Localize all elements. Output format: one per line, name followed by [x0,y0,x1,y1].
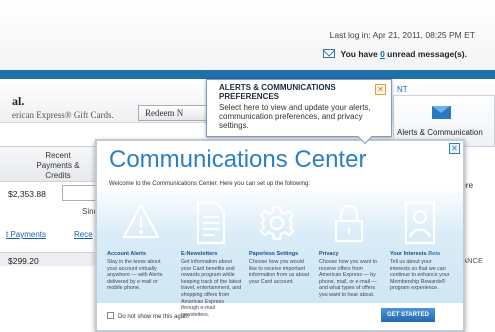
feature-title: Account Alerts [107,251,146,257]
unread-prefix: You have [340,49,381,59]
beta-badge: Beta [428,251,441,257]
feature-title: E-Newsletters [181,251,218,257]
envelope-icon[interactable] [322,49,335,58]
tooltip-body: Select here to view and update your aler… [219,103,371,130]
feature-description: Get information about your Card benefits… [181,259,242,318]
document-icon [190,199,230,249]
lock-icon [329,199,369,249]
last-login-text: Last log in: Apr 21, 2011, 08:25 PM ET [329,30,475,40]
modal-title: Communications Center [109,146,367,173]
communications-center-modal: ✕ Communications Center Welcome to the C… [95,139,465,332]
recent-link[interactable]: Rece [74,230,93,239]
modal-welcome-text: Welcome to the Communications Center. He… [109,181,310,187]
profile-icon [400,199,440,249]
recent-payments-link[interactable]: t Payments [6,230,46,239]
redeem-button[interactable]: Redeem N [138,105,210,121]
promo-subtitle: erican Express® Gift Cards. [12,110,114,120]
feature-title: Privacy [319,251,339,257]
tooltip-title: ALERTS & COMMUNICATIONS PREFERENCES [219,83,336,101]
feature-title: Paperless Settings [249,251,299,257]
dont-show-checkbox[interactable] [107,312,114,319]
modal-close-icon[interactable]: ✕ [449,143,460,154]
column-header-recent-payments: Recent Payments & Credits [36,151,80,180]
alerts-tile-label: Alerts & Communication [397,128,483,137]
get-started-button[interactable]: GET STARTED [381,308,435,322]
nav-band [0,70,495,79]
feature-description: Choose how you want to receive offers fr… [319,259,378,298]
alerts-preferences-tooltip: ALERTS & COMMUNICATIONS PREFERENCES Sele… [206,79,392,137]
feature-description: Tell us about your interests so that we … [390,259,450,292]
alert-icon [121,199,161,249]
amount-input[interactable] [62,185,96,201]
gear-icon [257,199,297,249]
feature-description: Stay in the know about your account virt… [107,259,163,292]
amount-cell-2: $299.20 [8,256,39,266]
envelope-icon [432,106,451,119]
unread-messages: You have 0 unread message(s). [322,49,467,59]
feature-title: Your Interests Beta [390,251,440,257]
feature-title-text: Your Interests [390,251,427,257]
unread-suffix: unread message(s). [384,49,467,59]
tooltip-close-icon[interactable]: ✕ [375,84,386,95]
promo-title: al. [12,94,25,108]
right-column-heading: NT [397,85,408,94]
dont-show-label: Do not show me this again [118,314,189,320]
feature-description: Choose how you would like to receive imp… [249,259,310,285]
dont-show-again[interactable]: Do not show me this again [107,312,189,320]
amount-cell: $2,353.88 [8,189,46,199]
